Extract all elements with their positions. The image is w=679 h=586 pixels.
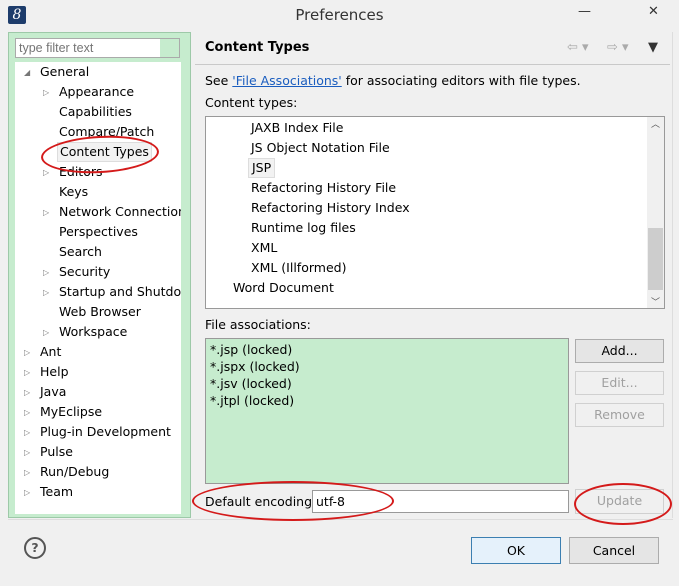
filter-clear — [160, 39, 179, 57]
file-associations-list[interactable]: *.jsp (locked) *.jspx (locked) *.jsv (lock… — [205, 338, 569, 484]
tree-item[interactable]: Team — [38, 482, 75, 502]
tree-item[interactable]: Perspectives — [57, 222, 140, 242]
collapsed-arrow-icon[interactable]: ▷ — [43, 288, 49, 297]
close-button[interactable]: ✕ — [648, 4, 659, 19]
tree-item[interactable]: Appearance — [57, 82, 136, 102]
expanded-arrow-icon[interactable]: ◢ — [24, 68, 30, 77]
add-button[interactable]: Add... — [575, 339, 664, 363]
divider — [195, 64, 670, 65]
collapsed-arrow-icon[interactable]: ▷ — [43, 88, 49, 97]
annotation-circle — [574, 483, 672, 525]
edit-button[interactable]: Edit... — [575, 371, 664, 395]
file-association-item[interactable]: *.jtpl (locked) — [210, 392, 294, 409]
file-associations-link[interactable]: 'File Associations' — [232, 73, 341, 88]
content-type-item[interactable]: Refactoring History File — [248, 178, 399, 198]
description: See 'File Associations' for associating … — [205, 73, 581, 88]
file-association-item[interactable]: *.jsv (locked) — [210, 375, 292, 392]
collapsed-arrow-icon[interactable]: ▷ — [24, 468, 30, 477]
ok-button[interactable]: OK — [471, 537, 561, 564]
tree-item[interactable]: Workspace — [57, 322, 129, 342]
divider — [8, 519, 673, 520]
back-arrow-icon[interactable]: ⇦ ▾ — [567, 40, 589, 55]
scrollbar-thumb[interactable] — [648, 228, 663, 290]
tree-item[interactable]: Keys — [57, 182, 90, 202]
collapsed-arrow-icon[interactable]: ▷ — [43, 328, 49, 337]
tree-item[interactable]: Run/Debug — [38, 462, 111, 482]
tree-item[interactable]: Network Connections — [57, 202, 181, 222]
content-types-list[interactable]: JAXB Index File JS Object Notation File JS… — [205, 116, 665, 309]
scroll-down-icon[interactable]: ﹀ — [647, 295, 664, 308]
help-icon[interactable]: ? — [24, 537, 46, 559]
description-suffix: for associating editors with file types. — [341, 73, 581, 88]
file-association-item[interactable]: *.jsp (locked) — [210, 341, 292, 358]
tree-item[interactable]: Java — [38, 382, 68, 402]
collapsed-arrow-icon[interactable]: ▷ — [24, 488, 30, 497]
content-types-label: Content types: — [205, 95, 298, 110]
tree-item[interactable]: MyEclipse — [38, 402, 104, 422]
content-type-item[interactable]: Refactoring History Index — [248, 198, 413, 218]
scroll-up-icon[interactable]: ︿ — [647, 117, 664, 130]
content-type-item[interactable]: Word Document — [230, 278, 337, 298]
tree-item[interactable]: Ant — [38, 342, 63, 362]
tree-item[interactable]: Security — [57, 262, 112, 282]
filter-input[interactable] — [15, 38, 180, 58]
collapsed-arrow-icon[interactable]: ▷ — [24, 368, 30, 377]
preference-tree[interactable]: ◢ General ▷ Appearance Capabilities Compare/P… — [15, 62, 181, 514]
tree-item[interactable]: Help — [38, 362, 71, 382]
minimize-button[interactable]: — — [578, 4, 591, 19]
tree-item[interactable]: General — [38, 62, 91, 82]
cancel-button[interactable]: Cancel — [569, 537, 659, 564]
content-type-item[interactable]: Runtime log files — [248, 218, 359, 238]
content-type-item[interactable]: JSP — [248, 158, 276, 178]
tree-item[interactable]: Startup and Shutdown — [57, 282, 181, 302]
remove-button[interactable]: Remove — [575, 403, 664, 427]
annotation-circle — [192, 481, 394, 521]
content-type-item[interactable]: XML (Illformed) — [248, 258, 349, 278]
collapsed-arrow-icon[interactable]: ▷ — [24, 428, 30, 437]
description-prefix: See — [205, 73, 233, 88]
collapsed-arrow-icon[interactable]: ▷ — [24, 388, 30, 397]
tree-item[interactable]: Search — [57, 242, 104, 262]
content-type-item[interactable]: JAXB Index File — [248, 118, 346, 138]
tree-item[interactable]: Web Browser — [57, 302, 143, 322]
content-type-item[interactable]: XML — [248, 238, 280, 258]
forward-arrow-icon[interactable]: ⇨ ▾ — [607, 40, 629, 55]
collapsed-arrow-icon[interactable]: ▷ — [24, 448, 30, 457]
collapsed-arrow-icon[interactable]: ▷ — [43, 268, 49, 277]
file-association-item[interactable]: *.jspx (locked) — [210, 358, 300, 375]
view-menu-icon[interactable]: ▼ — [648, 40, 658, 55]
content-type-item[interactable]: JS Object Notation File — [248, 138, 393, 158]
collapsed-arrow-icon[interactable]: ▷ — [24, 408, 30, 417]
file-associations-label: File associations: — [205, 317, 311, 332]
tree-item[interactable]: Capabilities — [57, 102, 134, 122]
collapsed-arrow-icon[interactable]: ▷ — [43, 208, 49, 217]
tree-item[interactable]: Pulse — [38, 442, 75, 462]
tree-item[interactable]: Plug-in Development — [38, 422, 173, 442]
page-title: Content Types — [205, 40, 310, 55]
collapsed-arrow-icon[interactable]: ▷ — [43, 168, 49, 177]
collapsed-arrow-icon[interactable]: ▷ — [24, 348, 30, 357]
